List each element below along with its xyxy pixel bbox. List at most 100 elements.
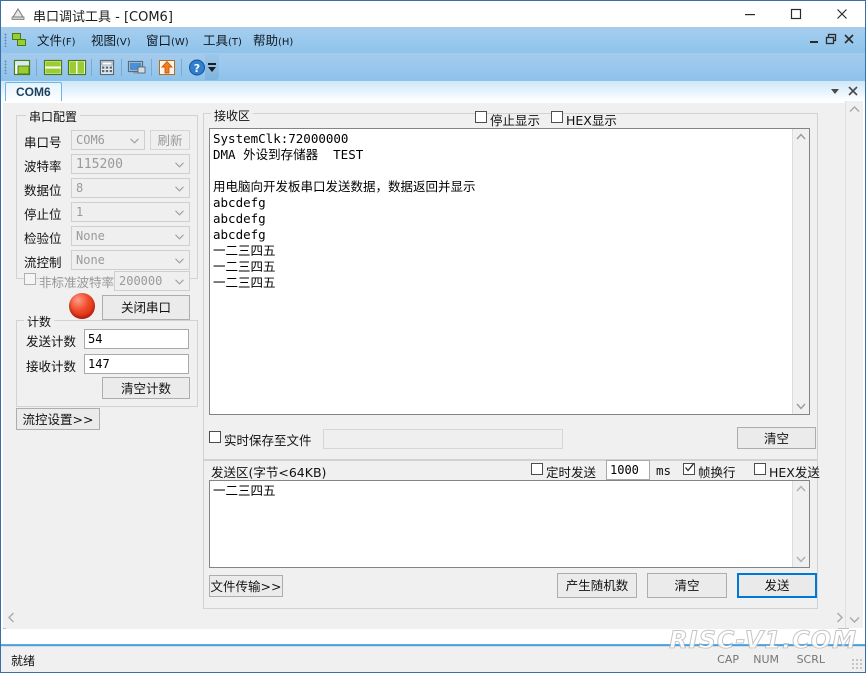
window-minimize-button[interactable] bbox=[727, 1, 773, 26]
receive-caption: 接收区 bbox=[211, 107, 254, 124]
mdi-client-area: 串口配置 串口号 COM6 刷新 波特率 115200 数据位 8 停止位 1 … bbox=[1, 101, 865, 646]
menu-item-tools-key: (T) bbox=[228, 37, 242, 48]
receive-scrollbar[interactable] bbox=[792, 129, 809, 414]
mdi-horizontal-scrollbar[interactable] bbox=[3, 609, 848, 626]
flow-control-value: None bbox=[76, 253, 105, 267]
tx-count-field[interactable]: 54 bbox=[84, 329, 189, 349]
send-interval-field[interactable]: 1000 bbox=[606, 460, 650, 480]
com6-panel: 串口配置 串口号 COM6 刷新 波特率 115200 数据位 8 停止位 1 … bbox=[6, 105, 838, 629]
checkbox-box bbox=[209, 431, 221, 443]
toolbar: ? bbox=[1, 53, 865, 81]
stopbits-select[interactable]: 1 bbox=[71, 202, 190, 222]
clear-counters-label: 清空计数 bbox=[120, 381, 171, 396]
custom-baud-select[interactable]: 200000 bbox=[114, 271, 190, 291]
chevron-down-icon bbox=[175, 234, 184, 240]
toolbar-grip-icon[interactable] bbox=[4, 60, 7, 74]
port-status-led bbox=[69, 293, 95, 319]
new-window-icon[interactable] bbox=[11, 57, 33, 78]
chevron-down-icon bbox=[175, 258, 184, 264]
scroll-up-icon[interactable] bbox=[793, 481, 809, 497]
random-data-button[interactable]: 产生随机数 bbox=[557, 573, 637, 598]
rx-count-field[interactable]: 147 bbox=[84, 354, 189, 374]
tab-close-icon[interactable] bbox=[845, 83, 861, 99]
receive-textarea[interactable]: SystemClk:72000000 DMA 外设到存储器 TEST 用电脑向开… bbox=[209, 128, 810, 415]
mdi-vertical-scrollbar[interactable] bbox=[845, 101, 863, 628]
clear-send-label: 清空 bbox=[674, 578, 700, 593]
mdi-minimize-icon[interactable] bbox=[807, 32, 822, 47]
menu-item-tools-label: 工具 bbox=[203, 33, 229, 48]
menu-item-view-label: 视图 bbox=[91, 33, 117, 48]
parity-select[interactable]: None bbox=[71, 226, 190, 246]
toolbar-separator bbox=[36, 59, 37, 76]
port-select[interactable]: COM6 bbox=[71, 130, 145, 150]
scroll-left-icon[interactable] bbox=[3, 609, 20, 626]
counters-caption: 计数 bbox=[24, 313, 55, 330]
menu-item-file-key: (F) bbox=[62, 37, 76, 48]
status-num-indicator: NUM bbox=[753, 653, 779, 666]
hex-send-label: HEX发送 bbox=[769, 465, 820, 480]
scroll-down-icon[interactable] bbox=[793, 551, 809, 567]
calculator-icon[interactable] bbox=[96, 57, 118, 78]
databits-label: 数据位 bbox=[24, 183, 62, 198]
check-mark-icon bbox=[684, 462, 695, 473]
window-close-button[interactable] bbox=[819, 1, 865, 26]
menu-item-help[interactable]: 帮助(H) bbox=[250, 31, 296, 50]
scroll-up-icon[interactable] bbox=[846, 101, 863, 118]
clear-counters-button[interactable]: 清空计数 bbox=[102, 377, 190, 399]
baud-select[interactable]: 115200 bbox=[71, 154, 190, 174]
chevron-down-icon bbox=[175, 186, 184, 192]
menu-grip-icon[interactable] bbox=[4, 33, 7, 47]
menu-item-help-label: 帮助 bbox=[253, 33, 279, 48]
databits-value: 8 bbox=[76, 181, 84, 195]
flow-settings-button[interactable]: 流控设置>> bbox=[16, 408, 100, 430]
tab-strip: COM6 bbox=[1, 81, 865, 102]
menu-item-window[interactable]: 窗口(W) bbox=[143, 31, 192, 50]
rx-count-label: 接收计数 bbox=[26, 359, 77, 374]
close-port-button[interactable]: 关闭串口 bbox=[102, 295, 190, 320]
send-textarea[interactable]: 一二三四五 bbox=[209, 480, 810, 568]
menu-item-window-key: (W) bbox=[171, 37, 189, 48]
save-to-file-label: 实时保存至文件 bbox=[224, 433, 312, 448]
file-transfer-button[interactable]: 文件传输>> bbox=[209, 575, 283, 597]
window-title: 串口调试工具 - [COM6] bbox=[33, 10, 173, 25]
scroll-down-icon[interactable] bbox=[793, 398, 809, 414]
hex-display-label: HEX显示 bbox=[566, 113, 617, 128]
refresh-ports-button[interactable]: 刷新 bbox=[150, 130, 190, 150]
menu-item-tools[interactable]: 工具(T) bbox=[200, 31, 245, 50]
serial-tool-icon bbox=[10, 6, 26, 21]
databits-select[interactable]: 8 bbox=[71, 178, 190, 198]
toolbar-separator bbox=[181, 59, 182, 76]
menu-item-view[interactable]: 视图(V) bbox=[88, 31, 134, 50]
toolbar-separator bbox=[91, 59, 92, 76]
toolbar-overflow-icon[interactable] bbox=[205, 54, 219, 80]
upload-icon[interactable] bbox=[156, 57, 178, 78]
tile-vertical-icon[interactable] bbox=[66, 57, 88, 78]
send-button[interactable]: 发送 bbox=[737, 573, 817, 598]
window-maximize-button[interactable] bbox=[773, 1, 819, 26]
terminal-icon[interactable] bbox=[126, 57, 148, 78]
save-path-field[interactable] bbox=[323, 429, 563, 449]
clear-send-button[interactable]: 清空 bbox=[647, 573, 727, 598]
status-message: 就绪 bbox=[11, 654, 36, 668]
resize-grip-icon[interactable] bbox=[851, 658, 863, 670]
flow-control-select[interactable]: None bbox=[71, 250, 190, 270]
tile-horizontal-icon[interactable] bbox=[42, 57, 64, 78]
send-scrollbar[interactable] bbox=[792, 481, 809, 567]
clear-receive-button[interactable]: 清空 bbox=[737, 427, 816, 449]
mdi-app-icon bbox=[12, 33, 27, 47]
stop-display-label: 停止显示 bbox=[490, 113, 541, 128]
port-label: 串口号 bbox=[24, 135, 62, 150]
send-interval-unit: ms bbox=[656, 463, 672, 478]
menu-item-file[interactable]: 文件(F) bbox=[34, 31, 79, 50]
toolbar-separator bbox=[151, 59, 152, 76]
mdi-restore-icon[interactable] bbox=[824, 32, 839, 47]
mdi-close-icon[interactable] bbox=[842, 32, 857, 47]
tab-list-icon[interactable] bbox=[827, 83, 843, 99]
scroll-down-icon[interactable] bbox=[846, 611, 863, 628]
parity-label: 检验位 bbox=[24, 231, 62, 246]
close-port-label: 关闭串口 bbox=[120, 300, 171, 315]
tab-com6[interactable]: COM6 bbox=[5, 82, 62, 102]
scroll-up-icon[interactable] bbox=[793, 129, 809, 145]
status-bar: 就绪 CAP NUM SCRL bbox=[1, 646, 865, 672]
mdi-child-window: 串口配置 串口号 COM6 刷新 波特率 115200 数据位 8 停止位 1 … bbox=[3, 103, 849, 629]
